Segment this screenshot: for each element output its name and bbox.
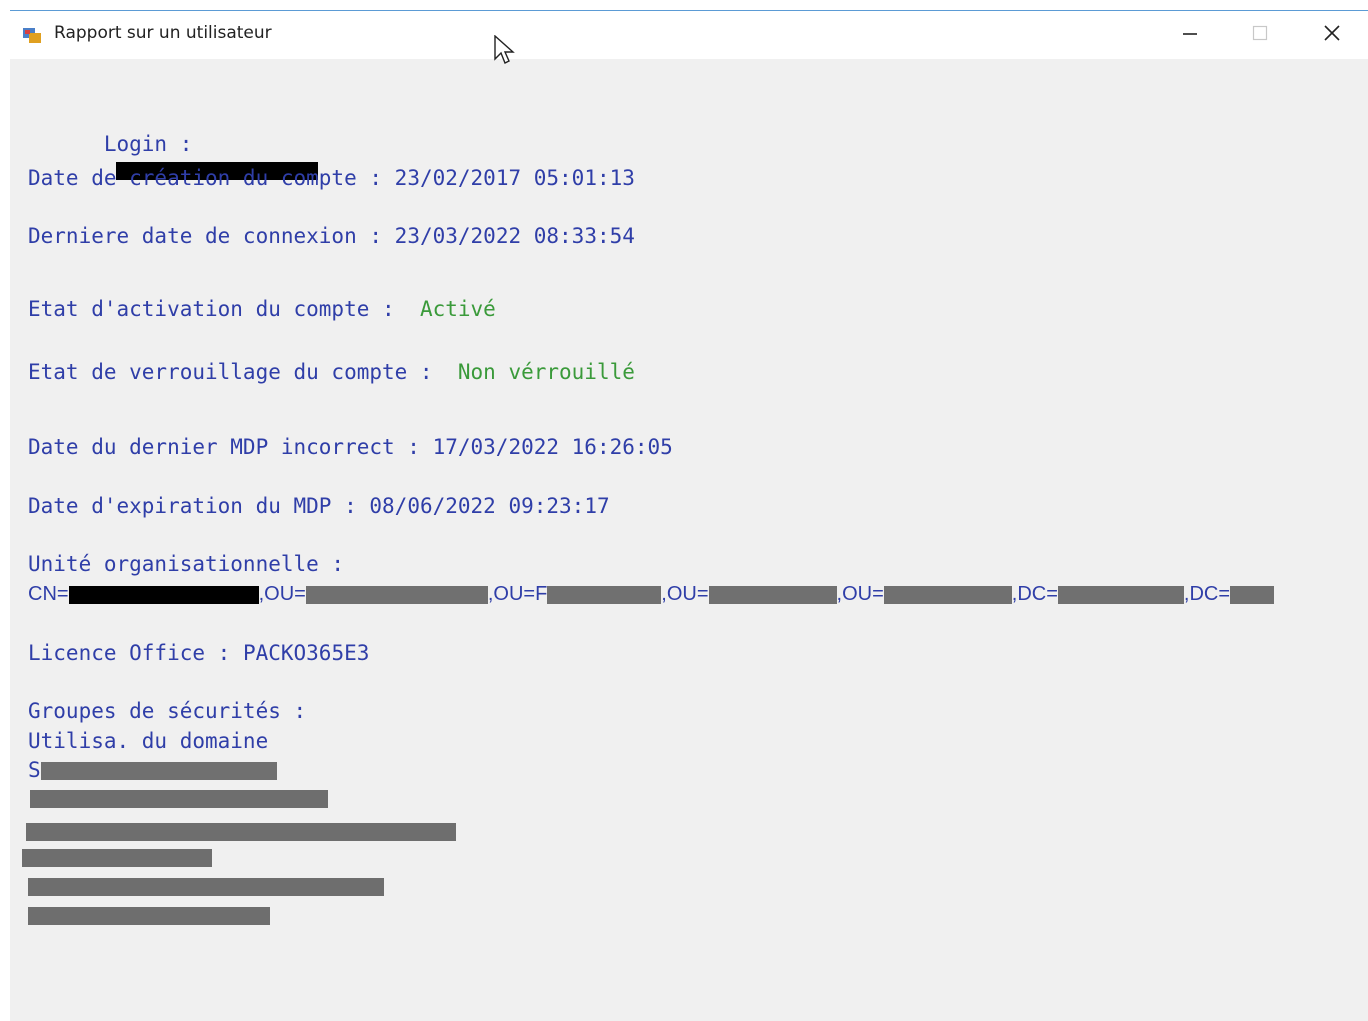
- pwd-expiry-row: Date d'expiration du MDP : 08/06/2022 09…: [28, 493, 610, 519]
- ou-ou4: ,OU=: [836, 583, 884, 605]
- activation-row: Etat d'activation du compte : Activé: [28, 296, 496, 322]
- ou-cn: CN=: [28, 583, 69, 605]
- lock-row: Etat de verrouillage du compte : Non vér…: [28, 359, 635, 385]
- lock-label: Etat de verrouillage du compte :: [28, 360, 433, 384]
- licence-value: PACKO365E3: [242, 641, 370, 665]
- creation-date-value: 23/02/2017 05:01:13: [394, 166, 635, 190]
- ou-redaction-1: [68, 585, 259, 604]
- last-login-row: Derniere date de connexion : 23/03/2022 …: [28, 223, 635, 249]
- pwd-expiry-value: 08/06/2022 09:23:17: [369, 494, 610, 518]
- cursor-icon: [494, 34, 516, 67]
- groups-label: Groupes de sécurités :: [28, 699, 307, 723]
- creation-date-row: Date de création du compte : 23/02/2017 …: [28, 165, 635, 191]
- group-redaction-4: [22, 849, 212, 867]
- window-title: Rapport sur un utilisateur: [54, 23, 272, 43]
- last-login-label: Derniere date de connexion :: [28, 224, 383, 248]
- ou-dc1: ,DC=: [1011, 583, 1058, 605]
- group-redaction-6: [28, 907, 270, 925]
- bad-pwd-row: Date du dernier MDP incorrect : 17/03/20…: [28, 434, 673, 460]
- last-login-value: 23/03/2022 08:33:54: [394, 224, 635, 248]
- ou-redaction-5: [883, 585, 1012, 604]
- bad-pwd-value: 17/03/2022 16:26:05: [432, 435, 673, 459]
- group-redaction-5: [28, 878, 384, 896]
- group-item-redacted: S: [28, 757, 277, 783]
- ou-dc2: ,DC=: [1183, 583, 1231, 605]
- creation-date-label: Date de création du compte :: [28, 166, 383, 190]
- bad-pwd-label: Date du dernier MDP incorrect :: [28, 435, 420, 459]
- ou-value: CN= ,OU= ,OU=F ,OU= ,OU= ,DC= ,DC=: [28, 581, 1275, 607]
- activation-value: Activé: [419, 297, 496, 321]
- minimize-icon: [1182, 25, 1198, 45]
- activation-label: Etat d'activation du compte :: [28, 297, 395, 321]
- ou-ou1: ,OU=: [258, 583, 306, 605]
- ou-redaction-6: [1057, 585, 1184, 604]
- maximize-icon: [1252, 25, 1268, 45]
- app-icon: [22, 25, 42, 45]
- ou-ou3: ,OU=: [661, 583, 709, 605]
- group-item: Utilisa. du domaine: [28, 729, 269, 753]
- close-button[interactable]: [1304, 17, 1360, 53]
- login-row: Login :: [28, 105, 318, 209]
- licence-label: Licence Office :: [28, 641, 231, 665]
- close-icon: [1323, 24, 1341, 46]
- lock-value: Non vérrouillé: [457, 360, 635, 384]
- pwd-expiry-label: Date d'expiration du MDP :: [28, 494, 357, 518]
- ou-ou2: ,OU=F: [487, 583, 548, 605]
- ou-redaction-2: [305, 585, 488, 604]
- maximize-button[interactable]: [1232, 17, 1288, 53]
- group-redaction-1: [40, 762, 277, 780]
- group-redaction-2: [30, 790, 328, 808]
- group-redaction-3: [26, 823, 456, 841]
- licence-row: Licence Office : PACKO365E3: [28, 640, 369, 666]
- minimize-button[interactable]: [1162, 17, 1218, 53]
- title-bar[interactable]: Rapport sur un utilisateur: [10, 11, 1368, 64]
- ou-redaction-3: [547, 585, 662, 604]
- ou-redaction-7: [1230, 585, 1275, 604]
- login-label: Login :: [103, 132, 193, 156]
- group-2-prefix: S: [28, 758, 41, 782]
- report-window: Rapport sur un utilisateur Login: Date …: [10, 10, 1368, 1021]
- ou-label: Unité organisationnelle :: [28, 552, 345, 576]
- ou-redaction-4: [708, 585, 837, 604]
